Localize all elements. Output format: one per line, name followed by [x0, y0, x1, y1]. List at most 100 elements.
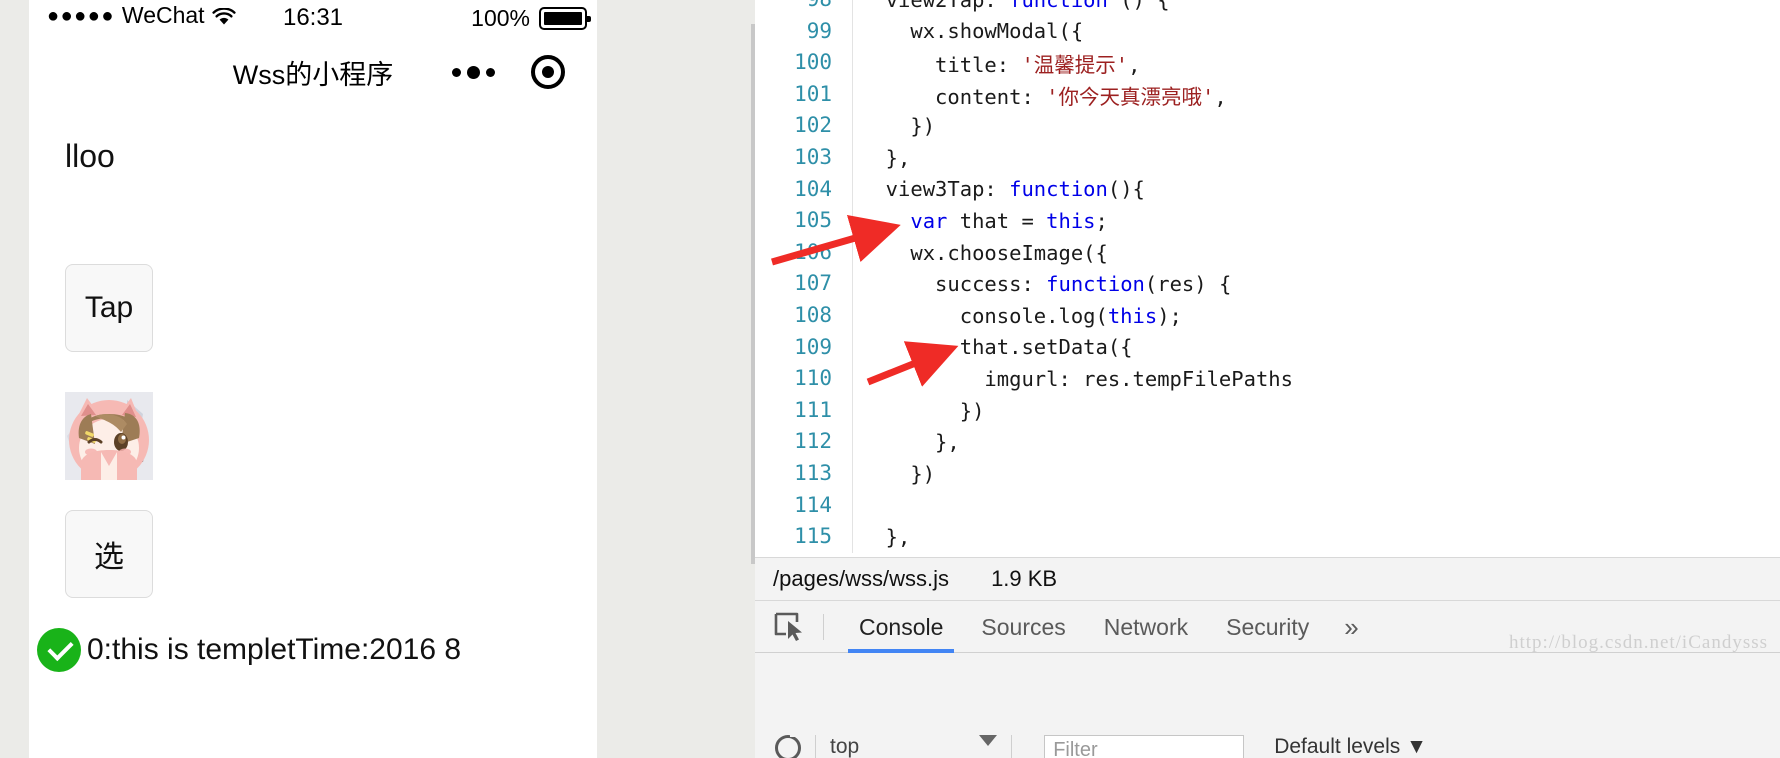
code-line: 109 that.setData({: [755, 331, 1780, 364]
code-line: 108 console.log(this);: [755, 299, 1780, 332]
code-plain: wx.showModal({: [861, 19, 1084, 44]
code-line: 102 }): [755, 110, 1780, 142]
code-plain: ,: [1128, 52, 1141, 77]
inspect-element-icon[interactable]: [773, 612, 807, 642]
code-plain: },: [861, 430, 960, 455]
line-number: 111: [755, 394, 853, 427]
code-line: 98 view2Tap: function () {: [755, 0, 1780, 16]
code-plain: }): [861, 398, 985, 423]
code-plain: success:: [861, 272, 1047, 297]
filter-input[interactable]: Filter: [1044, 735, 1245, 758]
line-number: 102: [755, 110, 853, 142]
tab-separator: [823, 613, 824, 640]
code-keyword: var: [910, 208, 948, 233]
phone-screen: ●●●●● WeChat 16:31 100% Wss的小程序 lloo Tap…: [29, 0, 597, 758]
tab-security[interactable]: Security: [1207, 601, 1328, 653]
code-line: 107 success: function(res) {: [755, 268, 1780, 300]
tab-network[interactable]: Network: [1085, 601, 1207, 653]
code-text: },: [853, 524, 911, 549]
code-line: 112 },: [755, 426, 1780, 458]
code-text: }): [853, 398, 985, 423]
code-text: }): [853, 462, 935, 486]
log-level-selector[interactable]: Default levels ▼: [1274, 735, 1427, 758]
code-lines: 98 view2Tap: function () {99 wx.showModa…: [755, 0, 1780, 553]
code-line: 105 var that = this;: [755, 205, 1780, 237]
code-line: 115 },: [755, 521, 1780, 553]
code-text: },: [853, 146, 911, 170]
select-image-button[interactable]: 选: [65, 510, 153, 598]
tap-button[interactable]: Tap: [65, 264, 153, 352]
line-number: 112: [755, 426, 853, 458]
code-text: wx.showModal({: [853, 19, 1083, 43]
code-plain: () {: [1108, 0, 1169, 12]
code-text: var that = this;: [853, 209, 1108, 233]
code-text: content: '你今天真漂亮哦',: [853, 80, 1227, 110]
code-plain: title:: [861, 52, 1022, 77]
code-text: }): [853, 114, 935, 138]
target-circle-icon[interactable]: [531, 55, 565, 89]
devtools-inner: 98 view2Tap: function () {99 wx.showModa…: [755, 0, 1780, 758]
page-title: Wss的小程序: [232, 59, 394, 90]
code-plain: }): [861, 114, 936, 139]
line-number: 113: [755, 457, 853, 490]
filter-separator: [815, 735, 816, 758]
success-check-icon: [37, 628, 81, 672]
line-number: 108: [755, 299, 853, 332]
line-number: 101: [755, 78, 853, 111]
line-number: 107: [755, 268, 853, 300]
nav-actions: [452, 55, 565, 89]
phone-status-bar: ●●●●● WeChat 16:31 100%: [29, 0, 597, 44]
line-number: 115: [755, 521, 853, 553]
code-line: 99 wx.showModal({: [755, 15, 1780, 48]
line-number: 106: [755, 236, 853, 269]
clear-console-icon[interactable]: [775, 734, 803, 758]
code-line: 104 view3Tap: function(){: [755, 173, 1780, 206]
code-string: '你今天真漂亮哦': [1046, 84, 1215, 109]
code-plain: content:: [861, 84, 1047, 109]
code-keyword: function: [1046, 272, 1145, 297]
code-plain: that =: [947, 208, 1047, 233]
code-line: 110 imgurl: res.tempFilePaths: [755, 363, 1780, 395]
tab-console[interactable]: Console: [840, 601, 962, 653]
code-plain: ,: [1214, 84, 1227, 109]
phone-nav-bar: Wss的小程序: [29, 44, 597, 100]
line-number: 100: [755, 47, 853, 79]
line-number: 104: [755, 173, 853, 206]
tab-sources[interactable]: Sources: [962, 601, 1084, 653]
filter-separator-2: [1011, 735, 1013, 758]
code-plain: imgurl: res.tempFilePaths: [861, 366, 1293, 391]
code-text: wx.chooseImage({: [853, 240, 1108, 265]
devtools-tab-bar: Console Sources Network Security »: [755, 601, 1780, 653]
toast-message: 0:this is templetTime:2016 8: [87, 633, 462, 666]
code-text: imgurl: res.tempFilePaths: [853, 367, 1293, 391]
line-number: 114: [755, 489, 853, 522]
code-text: success: function(res) {: [853, 272, 1231, 296]
code-keyword: this: [1107, 303, 1158, 328]
code-string: '温馨提示': [1021, 52, 1129, 77]
console-filter-bar: top Filter Default levels ▼: [755, 653, 1780, 758]
code-text: view3Tap: function(){: [853, 177, 1145, 201]
line-number: 99: [755, 15, 853, 48]
code-plain: view2Tap:: [886, 0, 1009, 12]
line-number: 110: [755, 363, 853, 395]
line-number: 98: [755, 0, 853, 16]
battery-full-icon: [539, 7, 591, 30]
code-plain: (){: [1107, 177, 1145, 202]
code-text: title: '温馨提示',: [853, 48, 1140, 78]
file-path-label[interactable]: /pages/wss/wss.js: [773, 566, 949, 592]
more-tabs-icon[interactable]: »: [1328, 601, 1374, 653]
line-number: 105: [755, 205, 853, 237]
more-dots-icon[interactable]: [452, 65, 495, 79]
status-bar-right: 100%: [471, 5, 591, 32]
code-keyword: this: [1046, 208, 1096, 233]
text-label-lloo: lloo: [65, 138, 115, 174]
code-text: that.setData({: [853, 335, 1133, 359]
chevron-down-icon[interactable]: [979, 735, 998, 746]
code-editor[interactable]: 98 view2Tap: function () {99 wx.showModa…: [755, 0, 1780, 557]
code-plain: wx.chooseImage({: [861, 240, 1108, 265]
screenshot-root: ●●●●● WeChat 16:31 100% Wss的小程序 lloo Tap…: [0, 0, 1780, 758]
code-plain: },: [861, 524, 911, 549]
context-selector[interactable]: top: [830, 735, 859, 758]
battery-percent-label: 100%: [471, 5, 530, 31]
code-plain: );: [1157, 303, 1182, 328]
